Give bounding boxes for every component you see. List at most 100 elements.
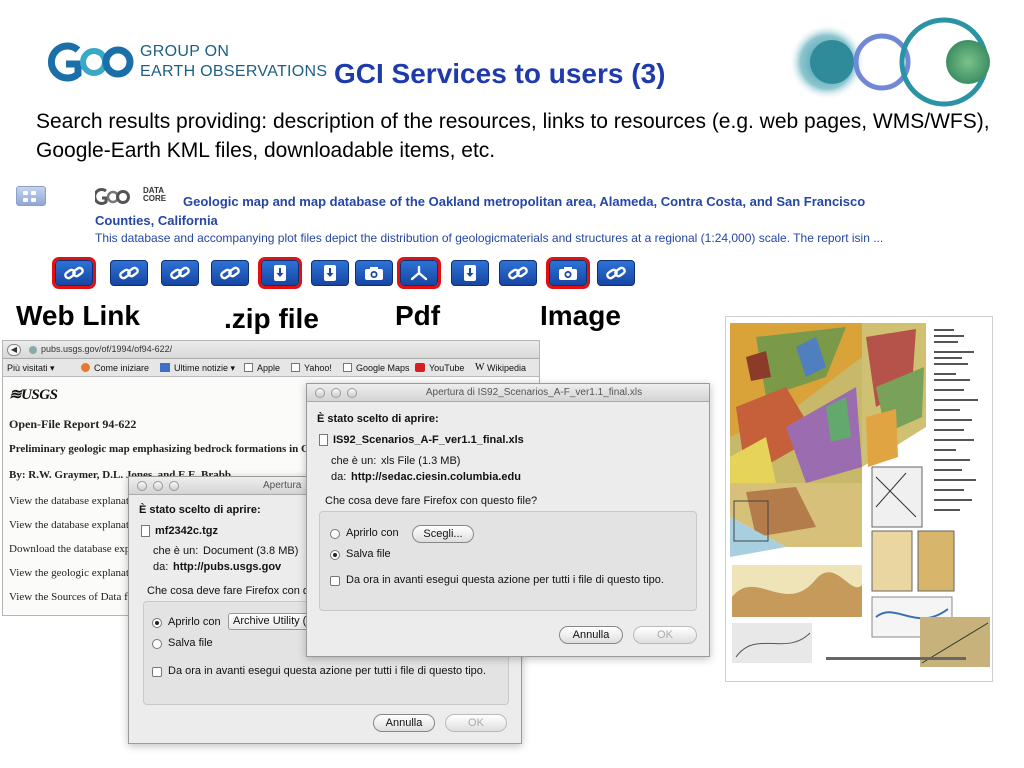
caption-zip-file: .zip file (224, 303, 319, 334)
file-source-label: da: (331, 471, 347, 483)
dialog-question: Che cosa deve fare Firefox con q (147, 585, 310, 597)
page-icon (291, 363, 300, 372)
page-link[interactable]: View the geologic explanati (9, 567, 132, 579)
decorative-circles (789, 17, 990, 107)
address-bar[interactable]: ◀ pubs.usgs.gov/of/1994/of94-622/ (3, 341, 539, 359)
minimize-icon[interactable] (331, 388, 341, 398)
geologic-map-drawing (726, 317, 992, 681)
page-icon (244, 363, 253, 372)
action-group: Aprirlo con Scegli... Salva file Da ora … (319, 511, 697, 611)
open-with-label: Aprirlo con (168, 616, 221, 628)
link-button-6[interactable] (597, 260, 635, 286)
zoom-icon[interactable] (169, 481, 179, 491)
remember-checkbox[interactable] (152, 667, 162, 677)
open-with-radio[interactable] (152, 618, 162, 628)
pdf-button[interactable] (397, 257, 441, 289)
bookmark-apple[interactable]: Apple (257, 363, 280, 373)
close-icon[interactable] (315, 388, 325, 398)
camera-icon (559, 267, 577, 280)
chosen-label: È stato scelto di aprire: (317, 413, 439, 425)
file-name: IS92_Scenarios_A-F_ver1.1_final.xls (333, 434, 524, 446)
dialog-title: Apertura di IS92_Scenarios_A-F_ver1.1_fi… (425, 387, 643, 398)
chosen-label: È stato scelto di aprire: (139, 504, 261, 516)
bookmark-wikipedia[interactable]: Wikipedia (487, 363, 526, 373)
page-link[interactable]: View the Sources of Data fil (9, 591, 134, 603)
save-file-label: Salva file (346, 548, 391, 560)
page-link[interactable]: View the database explanati (9, 519, 132, 531)
bookmark-google-maps[interactable]: Google Maps (356, 363, 410, 373)
save-file-label: Salva file (168, 637, 213, 649)
zip-download-button[interactable] (258, 257, 302, 289)
ok-button[interactable]: OK (633, 626, 697, 644)
link-icon (170, 266, 190, 280)
file-type-label: che è un: (331, 455, 377, 467)
firefox-icon (81, 363, 90, 372)
image-button-1[interactable] (355, 260, 393, 286)
link-icon (508, 266, 528, 280)
dialog-title-bar: Apertura di IS92_Scenarios_A-F_ver1.1_fi… (307, 384, 709, 402)
remember-label: Da ora in avanti esegui questa azione pe… (346, 574, 664, 586)
bookmark-youtube[interactable]: YouTube (429, 363, 464, 373)
image-button-highlighted[interactable] (546, 257, 590, 289)
link-button-2[interactable] (110, 260, 148, 286)
download-icon (324, 265, 336, 281)
download-button-3[interactable] (451, 260, 489, 286)
page-icon (343, 363, 352, 372)
result-title[interactable]: Geologic map and map database of the Oak… (95, 192, 895, 230)
cancel-button[interactable]: Annulla (559, 626, 623, 644)
save-file-radio[interactable] (330, 550, 340, 560)
intro-text: Search results providing: description of… (36, 110, 990, 162)
remember-checkbox[interactable] (330, 576, 340, 586)
link-button-4[interactable] (211, 260, 249, 286)
link-icon (220, 266, 240, 280)
download-button-2[interactable] (311, 260, 349, 286)
file-icon (319, 434, 328, 446)
caption-pdf: Pdf (395, 300, 441, 331)
bookmark-latest-news[interactable]: Ultime notizie ▾ (174, 363, 235, 374)
close-icon[interactable] (137, 481, 147, 491)
ok-button[interactable]: OK (445, 714, 507, 732)
bookmark-most-visited[interactable]: Più visitati ▾ (7, 363, 55, 374)
choose-application-button[interactable]: Scegli... (412, 525, 474, 543)
bookmarks-bar: Più visitati ▾ Come iniziare Ultime noti… (3, 359, 539, 377)
url-text[interactable]: pubs.usgs.gov/of/1994/of94-622/ (41, 344, 172, 354)
file-source-value: http://pubs.usgs.gov (173, 561, 282, 573)
file-type-value: xls File (1.3 MB) (381, 455, 461, 467)
result-thumbnail-icon[interactable] (16, 186, 46, 206)
usgs-logo: ≋USGS (9, 387, 58, 403)
geo-logo: GROUP ON EARTH OBSERVATIONS (40, 38, 330, 88)
rss-icon (160, 363, 170, 372)
open-with-radio[interactable] (330, 529, 340, 539)
page-link[interactable]: View the database explanati (9, 495, 132, 507)
caption-image: Image (540, 300, 621, 331)
geo-logo-text: GROUP ON EARTH OBSERVATIONS (140, 43, 328, 80)
dialog-question: Che cosa deve fare Firefox con questo fi… (325, 495, 538, 507)
download-icon (274, 265, 286, 281)
file-source-label: da: (153, 561, 169, 573)
bookmark-yahoo[interactable]: Yahoo! (304, 363, 332, 373)
file-name: mf2342c.tgz (155, 525, 218, 537)
geo-mini-logo-icon (95, 188, 130, 205)
geo-logo-mark (47, 42, 134, 82)
download-icon (464, 265, 476, 281)
report-subtitle: Preliminary geologic map emphasizing bed… (9, 443, 320, 455)
link-button-5[interactable] (499, 260, 537, 286)
save-file-radio[interactable] (152, 639, 162, 649)
link-icon (606, 266, 626, 280)
file-icon (141, 525, 150, 537)
page-link[interactable]: Download the database expl (9, 543, 133, 555)
minimize-icon[interactable] (153, 481, 163, 491)
file-type-label: che è un: (153, 545, 199, 557)
cancel-button[interactable]: Annulla (373, 714, 435, 732)
bookmark-getting-started[interactable]: Come iniziare (94, 363, 149, 373)
back-icon[interactable]: ◀ (7, 344, 21, 356)
link-button-3[interactable] (161, 260, 199, 286)
globe-icon (29, 346, 37, 354)
camera-icon (365, 267, 383, 280)
slide-title: GCI Services to users (3) (334, 58, 666, 89)
web-link-button[interactable] (52, 257, 96, 289)
zoom-icon[interactable] (347, 388, 357, 398)
file-type-value: Document (3.8 MB) (203, 545, 299, 557)
link-icon (64, 266, 84, 280)
file-source-value: http://sedac.ciesin.columbia.edu (351, 471, 521, 483)
